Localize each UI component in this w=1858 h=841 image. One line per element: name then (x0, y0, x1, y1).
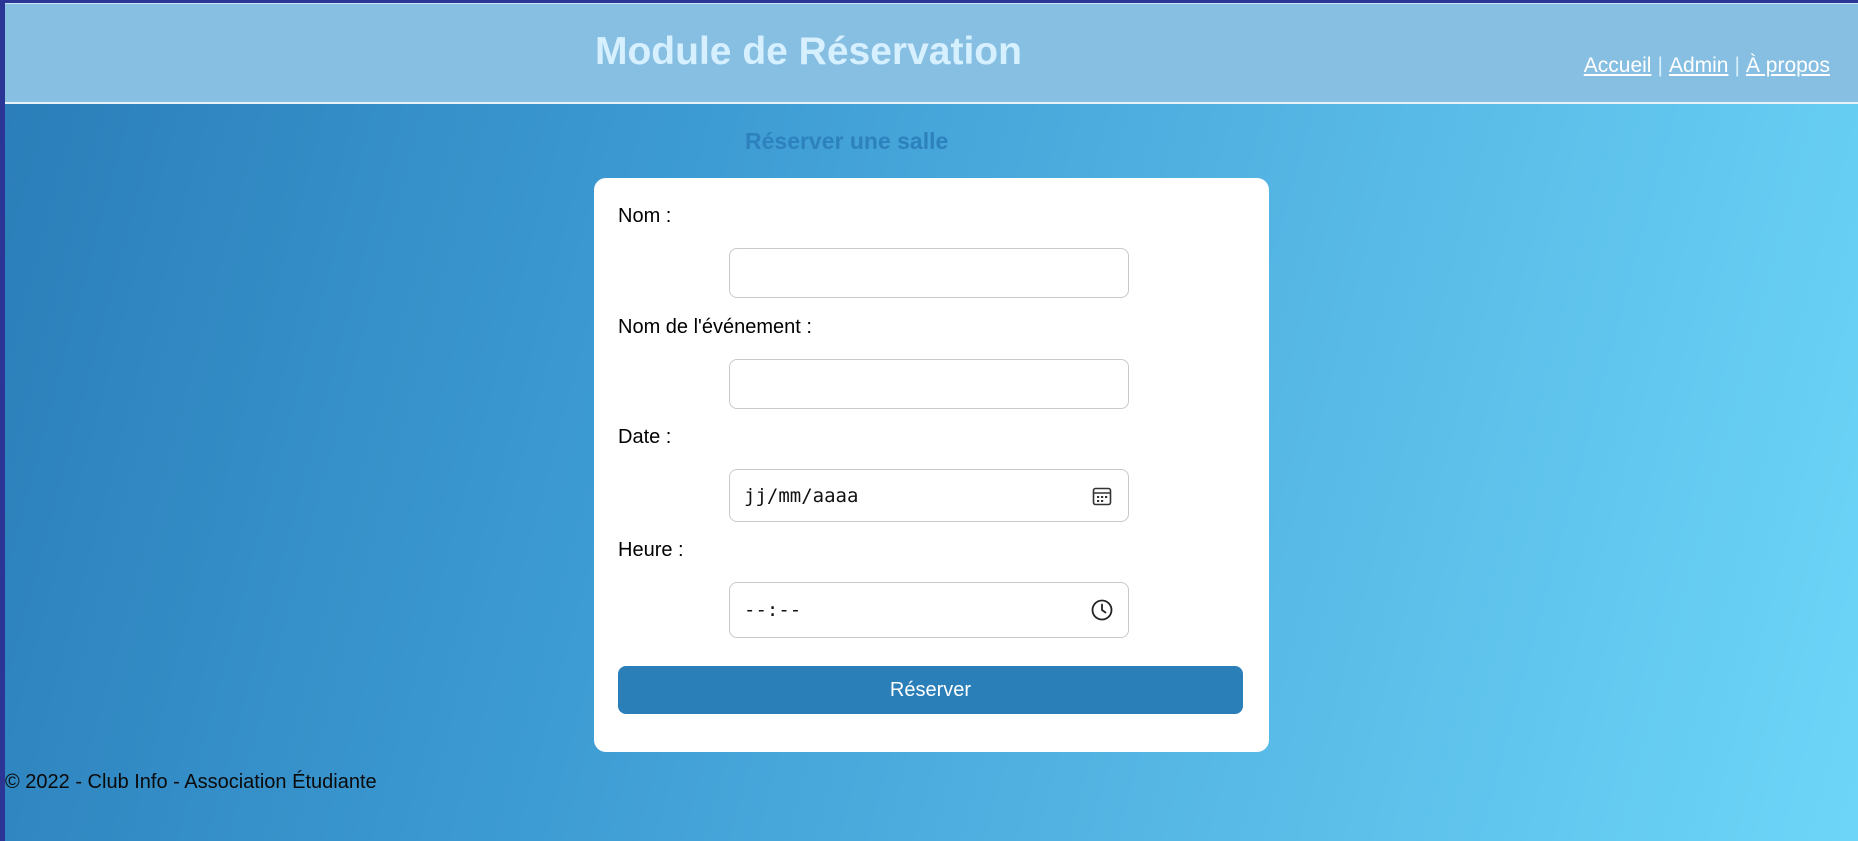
nav-link-accueil[interactable]: Accueil (1584, 54, 1652, 77)
page: Module de Réservation Accueil | Admin | À pr… (5, 3, 1858, 841)
nav-bar: Accueil | Admin | À propos (1584, 54, 1830, 78)
nav-separator: | (1734, 54, 1740, 77)
date-input[interactable]: jj/mm/aaaa (729, 469, 1129, 522)
header: Module de Réservation Accueil | Admin | À pr… (5, 3, 1858, 104)
site-title: Module de Réservation (595, 30, 1022, 73)
nom-label: Nom : (618, 205, 672, 227)
reservation-form-card: Nom : Nom de l'événement : Date : jj/mm/… (594, 178, 1269, 752)
heure-input[interactable]: --:-- (729, 582, 1129, 638)
heure-placeholder: --:-- (744, 599, 802, 621)
evenement-input[interactable] (729, 359, 1129, 409)
form-title: Réserver une salle (745, 128, 949, 154)
clock-icon[interactable] (1090, 598, 1114, 622)
reserver-button[interactable]: Réserver (618, 666, 1243, 714)
calendar-icon[interactable] (1090, 484, 1114, 508)
footer-copyright: © 2022 - Club Info - Association Étudian… (5, 771, 377, 793)
heure-label: Heure : (618, 539, 684, 561)
nom-input[interactable] (729, 248, 1129, 298)
nav-link-a-propos[interactable]: À propos (1746, 54, 1830, 77)
nav-separator: | (1657, 54, 1663, 77)
date-label: Date : (618, 426, 672, 448)
date-placeholder: jj/mm/aaaa (744, 484, 859, 507)
evenement-label: Nom de l'événement : (618, 316, 812, 338)
nav-link-admin[interactable]: Admin (1669, 54, 1729, 77)
